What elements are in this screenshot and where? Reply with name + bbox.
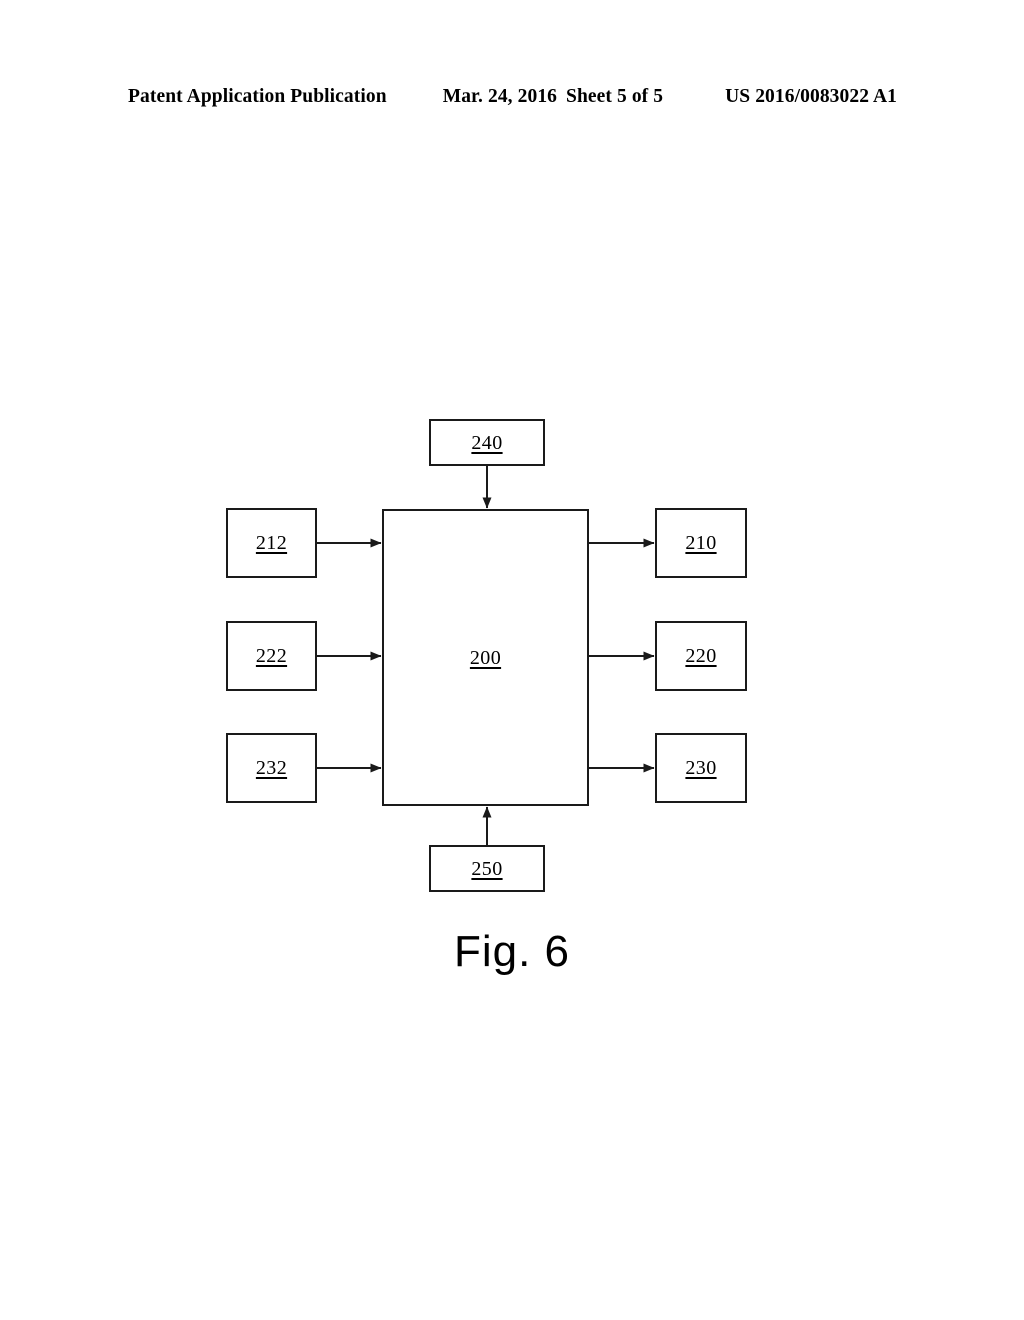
- block-200-ref: 200: [469, 646, 502, 669]
- block-210-ref: 210: [685, 532, 717, 554]
- block-240-ref: 240: [471, 431, 503, 454]
- block-230-ref: 230: [685, 757, 717, 779]
- block-212-ref: 212: [255, 532, 288, 554]
- block-230[interactable]: 230: [655, 733, 747, 803]
- block-250-ref: 250: [471, 857, 503, 880]
- figure-6-block-diagram: 200 212 222 232 210 220 230 240 250 Fig.…: [0, 0, 1024, 1320]
- block-212[interactable]: 212: [226, 508, 317, 578]
- block-232-ref: 232: [255, 757, 288, 779]
- block-220-ref: 220: [685, 645, 717, 667]
- block-200[interactable]: 200: [382, 509, 589, 806]
- block-222-ref: 222: [255, 645, 288, 667]
- figure-caption: Fig. 6: [453, 927, 571, 976]
- block-222[interactable]: 222: [226, 621, 317, 691]
- block-250[interactable]: 250: [429, 845, 545, 892]
- block-232[interactable]: 232: [226, 733, 317, 803]
- block-210[interactable]: 210: [655, 508, 747, 578]
- block-220[interactable]: 220: [655, 621, 747, 691]
- block-240[interactable]: 240: [429, 419, 545, 466]
